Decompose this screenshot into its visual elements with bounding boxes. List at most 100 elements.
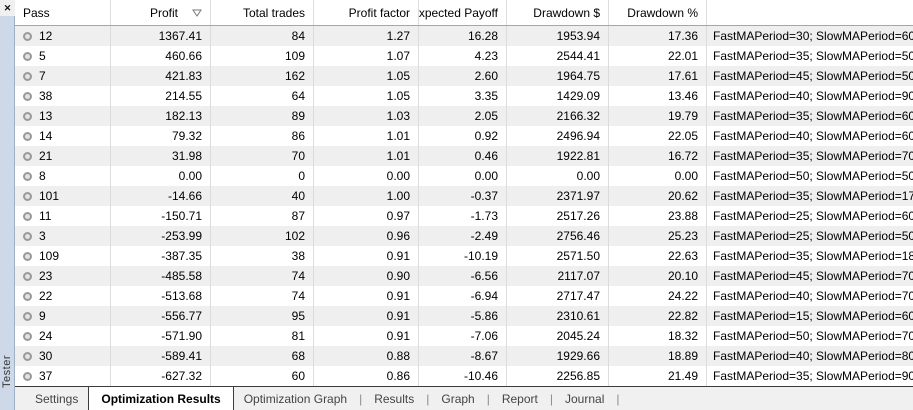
table-row[interactable]: 9-556.77950.91-5.862310.6122.82FastMAPer… [15,306,913,326]
cell-drawdown-dollar: 1964.75 [507,66,609,86]
column-header-profit-factor[interactable]: Profit factor [314,0,419,25]
cell-drawdown-percent: 16.72 [609,146,707,166]
tab-optimization-results[interactable]: Optimization Results [88,386,233,410]
tab-report[interactable]: Report [492,387,548,410]
cell-pass: 5 [15,46,111,66]
cell-profit-factor: 0.86 [314,366,419,386]
cell-total-trades: 70 [211,146,314,166]
cell-total-trades: 0 [211,166,314,186]
cell-profit-factor: 1.01 [314,146,419,166]
table-row[interactable]: 13182.13891.032.052166.3219.79FastMAPeri… [15,106,913,126]
cell-total-trades: 102 [211,226,314,246]
table-row[interactable]: 11-150.71870.97-1.732517.2623.88FastMAPe… [15,206,913,226]
table-row[interactable]: 101-14.66401.00-0.372371.9720.62FastMAPe… [15,186,913,206]
cell-pass: 3 [15,226,111,246]
cell-total-trades: 40 [211,186,314,206]
cell-total-trades: 162 [211,66,314,86]
pass-status-icon [23,232,32,241]
cell-profit: 79.32 [111,126,211,146]
column-header-drawdown-percent[interactable]: Drawdown % [609,0,707,25]
tab-journal[interactable]: Journal [555,387,614,410]
pass-status-icon [23,172,32,181]
tab-optimization-graph[interactable]: Optimization Graph [234,387,357,410]
column-header-drawdown-dollar[interactable]: Drawdown $ [507,0,609,25]
cell-parameters: FastMAPeriod=35; SlowMAPeriod=170 [707,186,913,206]
cell-drawdown-dollar: 2544.41 [507,46,609,66]
cell-drawdown-dollar: 2517.26 [507,206,609,226]
cell-parameters: FastMAPeriod=50; SlowMAPeriod=70; [707,326,913,346]
table-row[interactable]: 121367.41841.2716.281953.9417.36FastMAPe… [15,26,913,46]
pass-status-icon [23,112,32,121]
table-row[interactable]: 7421.831621.052.601964.7517.61FastMAPeri… [15,66,913,86]
pass-status-icon [23,32,32,41]
cell-parameters: FastMAPeriod=25; SlowMAPeriod=50; [707,226,913,246]
cell-profit: -513.68 [111,286,211,306]
cell-expected-payoff: -10.19 [419,246,507,266]
tab-graph[interactable]: Graph [431,387,484,410]
table-row[interactable]: 3-253.991020.96-2.492756.4625.23FastMAPe… [15,226,913,246]
pass-status-icon [23,92,32,101]
table-row[interactable]: 38214.55641.053.351429.0913.46FastMAPeri… [15,86,913,106]
cell-total-trades: 60 [211,366,314,386]
table-row[interactable]: 24-571.90810.91-7.062045.2418.32FastMAPe… [15,326,913,346]
cell-drawdown-percent: 0.00 [609,166,707,186]
cell-expected-payoff: 2.60 [419,66,507,86]
cell-expected-payoff: 0.46 [419,146,507,166]
column-header-parameters[interactable] [707,0,913,25]
cell-total-trades: 74 [211,286,314,306]
cell-total-trades: 38 [211,246,314,266]
cell-pass: 24 [15,326,111,346]
cell-parameters: FastMAPeriod=40; SlowMAPeriod=80; [707,346,913,366]
tab-results[interactable]: Results [364,387,424,410]
cell-pass: 30 [15,346,111,366]
cell-expected-payoff: -6.94 [419,286,507,306]
table-row[interactable]: 22-513.68740.91-6.942717.4724.22FastMAPe… [15,286,913,306]
tab-separator: | [357,387,364,410]
pass-status-icon [23,72,32,81]
table-row[interactable]: 1479.32861.010.922496.9422.05FastMAPerio… [15,126,913,146]
close-icon: ✕ [4,3,12,14]
cell-parameters: FastMAPeriod=35; SlowMAPeriod=60; [707,106,913,126]
cell-profit-factor: 1.01 [314,126,419,146]
cell-drawdown-dollar: 2045.24 [507,326,609,346]
pass-status-icon [23,312,32,321]
close-button[interactable]: ✕ [0,0,15,16]
cell-expected-payoff: 16.28 [419,26,507,46]
cell-profit-factor: 1.00 [314,186,419,206]
table-row[interactable]: 5460.661091.074.232544.4122.01FastMAPeri… [15,46,913,66]
table-body: 121367.41841.2716.281953.9417.36FastMAPe… [15,26,913,386]
cell-parameters: FastMAPeriod=35; SlowMAPeriod=90; [707,366,913,386]
cell-drawdown-percent: 17.61 [609,66,707,86]
table-row[interactable]: 2131.98701.010.461922.8116.72FastMAPerio… [15,146,913,166]
table-row[interactable]: 23-485.58740.90-6.562117.0720.10FastMAPe… [15,266,913,286]
table-row[interactable]: 80.0000.000.000.000.00FastMAPeriod=50; S… [15,166,913,186]
column-header-total-trades[interactable]: Total trades [211,0,314,25]
column-header-expected-payoff[interactable]: Expected Payoff [419,0,507,25]
table-row[interactable]: 37-627.32600.86-10.462256.8521.49FastMAP… [15,366,913,386]
cell-pass: 9 [15,306,111,326]
tab-settings[interactable]: Settings [25,387,88,410]
column-header-profit[interactable]: Profit [111,0,211,25]
column-header-pass[interactable]: Pass [15,0,111,25]
cell-pass: 22 [15,286,111,306]
cell-expected-payoff: -1.73 [419,206,507,226]
cell-profit-factor: 1.05 [314,66,419,86]
cell-parameters: FastMAPeriod=35; SlowMAPeriod=180 [707,246,913,266]
cell-total-trades: 84 [211,26,314,46]
cell-expected-payoff: -6.56 [419,266,507,286]
cell-profit: -485.58 [111,266,211,286]
cell-profit: -627.32 [111,366,211,386]
cell-drawdown-percent: 17.36 [609,26,707,46]
pass-status-icon [23,52,32,61]
cell-pass: 14 [15,126,111,146]
table-row[interactable]: 30-589.41680.88-8.671929.6618.89FastMAPe… [15,346,913,366]
cell-pass: 11 [15,206,111,226]
pass-status-icon [23,192,32,201]
cell-expected-payoff: 4.23 [419,46,507,66]
cell-profit: 421.83 [111,66,211,86]
table-header-row: Pass Profit Total trades Profit factor E… [15,0,913,26]
table-row[interactable]: 109-387.35380.91-10.192571.5022.63FastMA… [15,246,913,266]
cell-profit-factor: 0.00 [314,166,419,186]
pass-status-icon [23,332,32,341]
cell-expected-payoff: -7.06 [419,326,507,346]
